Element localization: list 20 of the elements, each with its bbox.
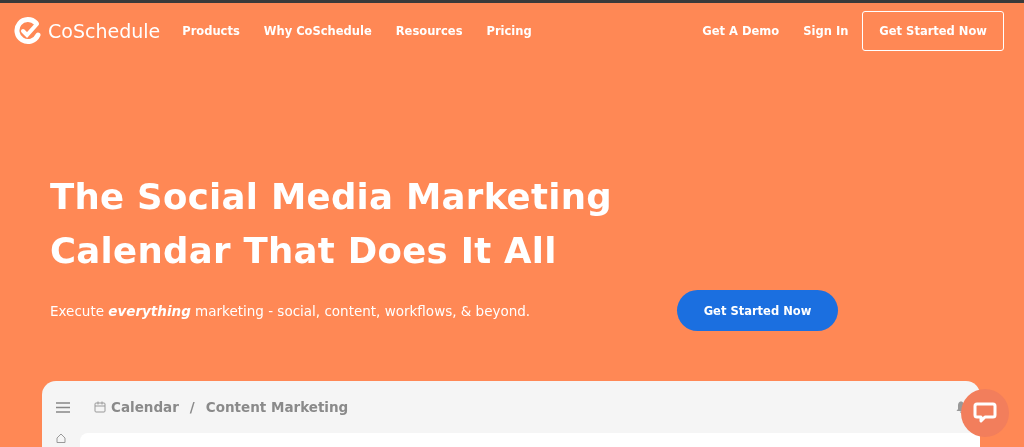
hero-subtitle: Execute everything marketing - social, content, workflows, & beyond.: [50, 302, 532, 319]
breadcrumb-item: Content Marketing: [205, 399, 349, 415]
home-icon[interactable]: [56, 433, 66, 443]
get-started-button[interactable]: Get Started Now: [862, 10, 1004, 51]
calendar-icon: [94, 401, 106, 413]
chat-icon[interactable]: [973, 402, 997, 424]
nav-link[interactable]: Sign In: [803, 23, 849, 38]
nav-link[interactable]: Resources: [395, 23, 463, 38]
breadcrumb-item[interactable]: Calendar: [111, 399, 179, 415]
nav-link[interactable]: Products: [182, 23, 240, 38]
menu-icon[interactable]: [56, 401, 70, 413]
nav-link[interactable]: Pricing: [486, 23, 532, 38]
get-started-button[interactable]: Get Started Now: [677, 290, 838, 331]
breadcrumb-separator: /: [189, 399, 195, 415]
nav-link[interactable]: Get A Demo: [702, 23, 780, 38]
chat-button[interactable]: [961, 389, 1009, 437]
nav-link[interactable]: Why CoSchedule: [263, 23, 372, 38]
hero-title: The Social Media Marketing Calendar That Does It All: [50, 175, 614, 273]
logo-icon: [14, 16, 42, 45]
brand-name: CoSchedule: [48, 19, 161, 42]
